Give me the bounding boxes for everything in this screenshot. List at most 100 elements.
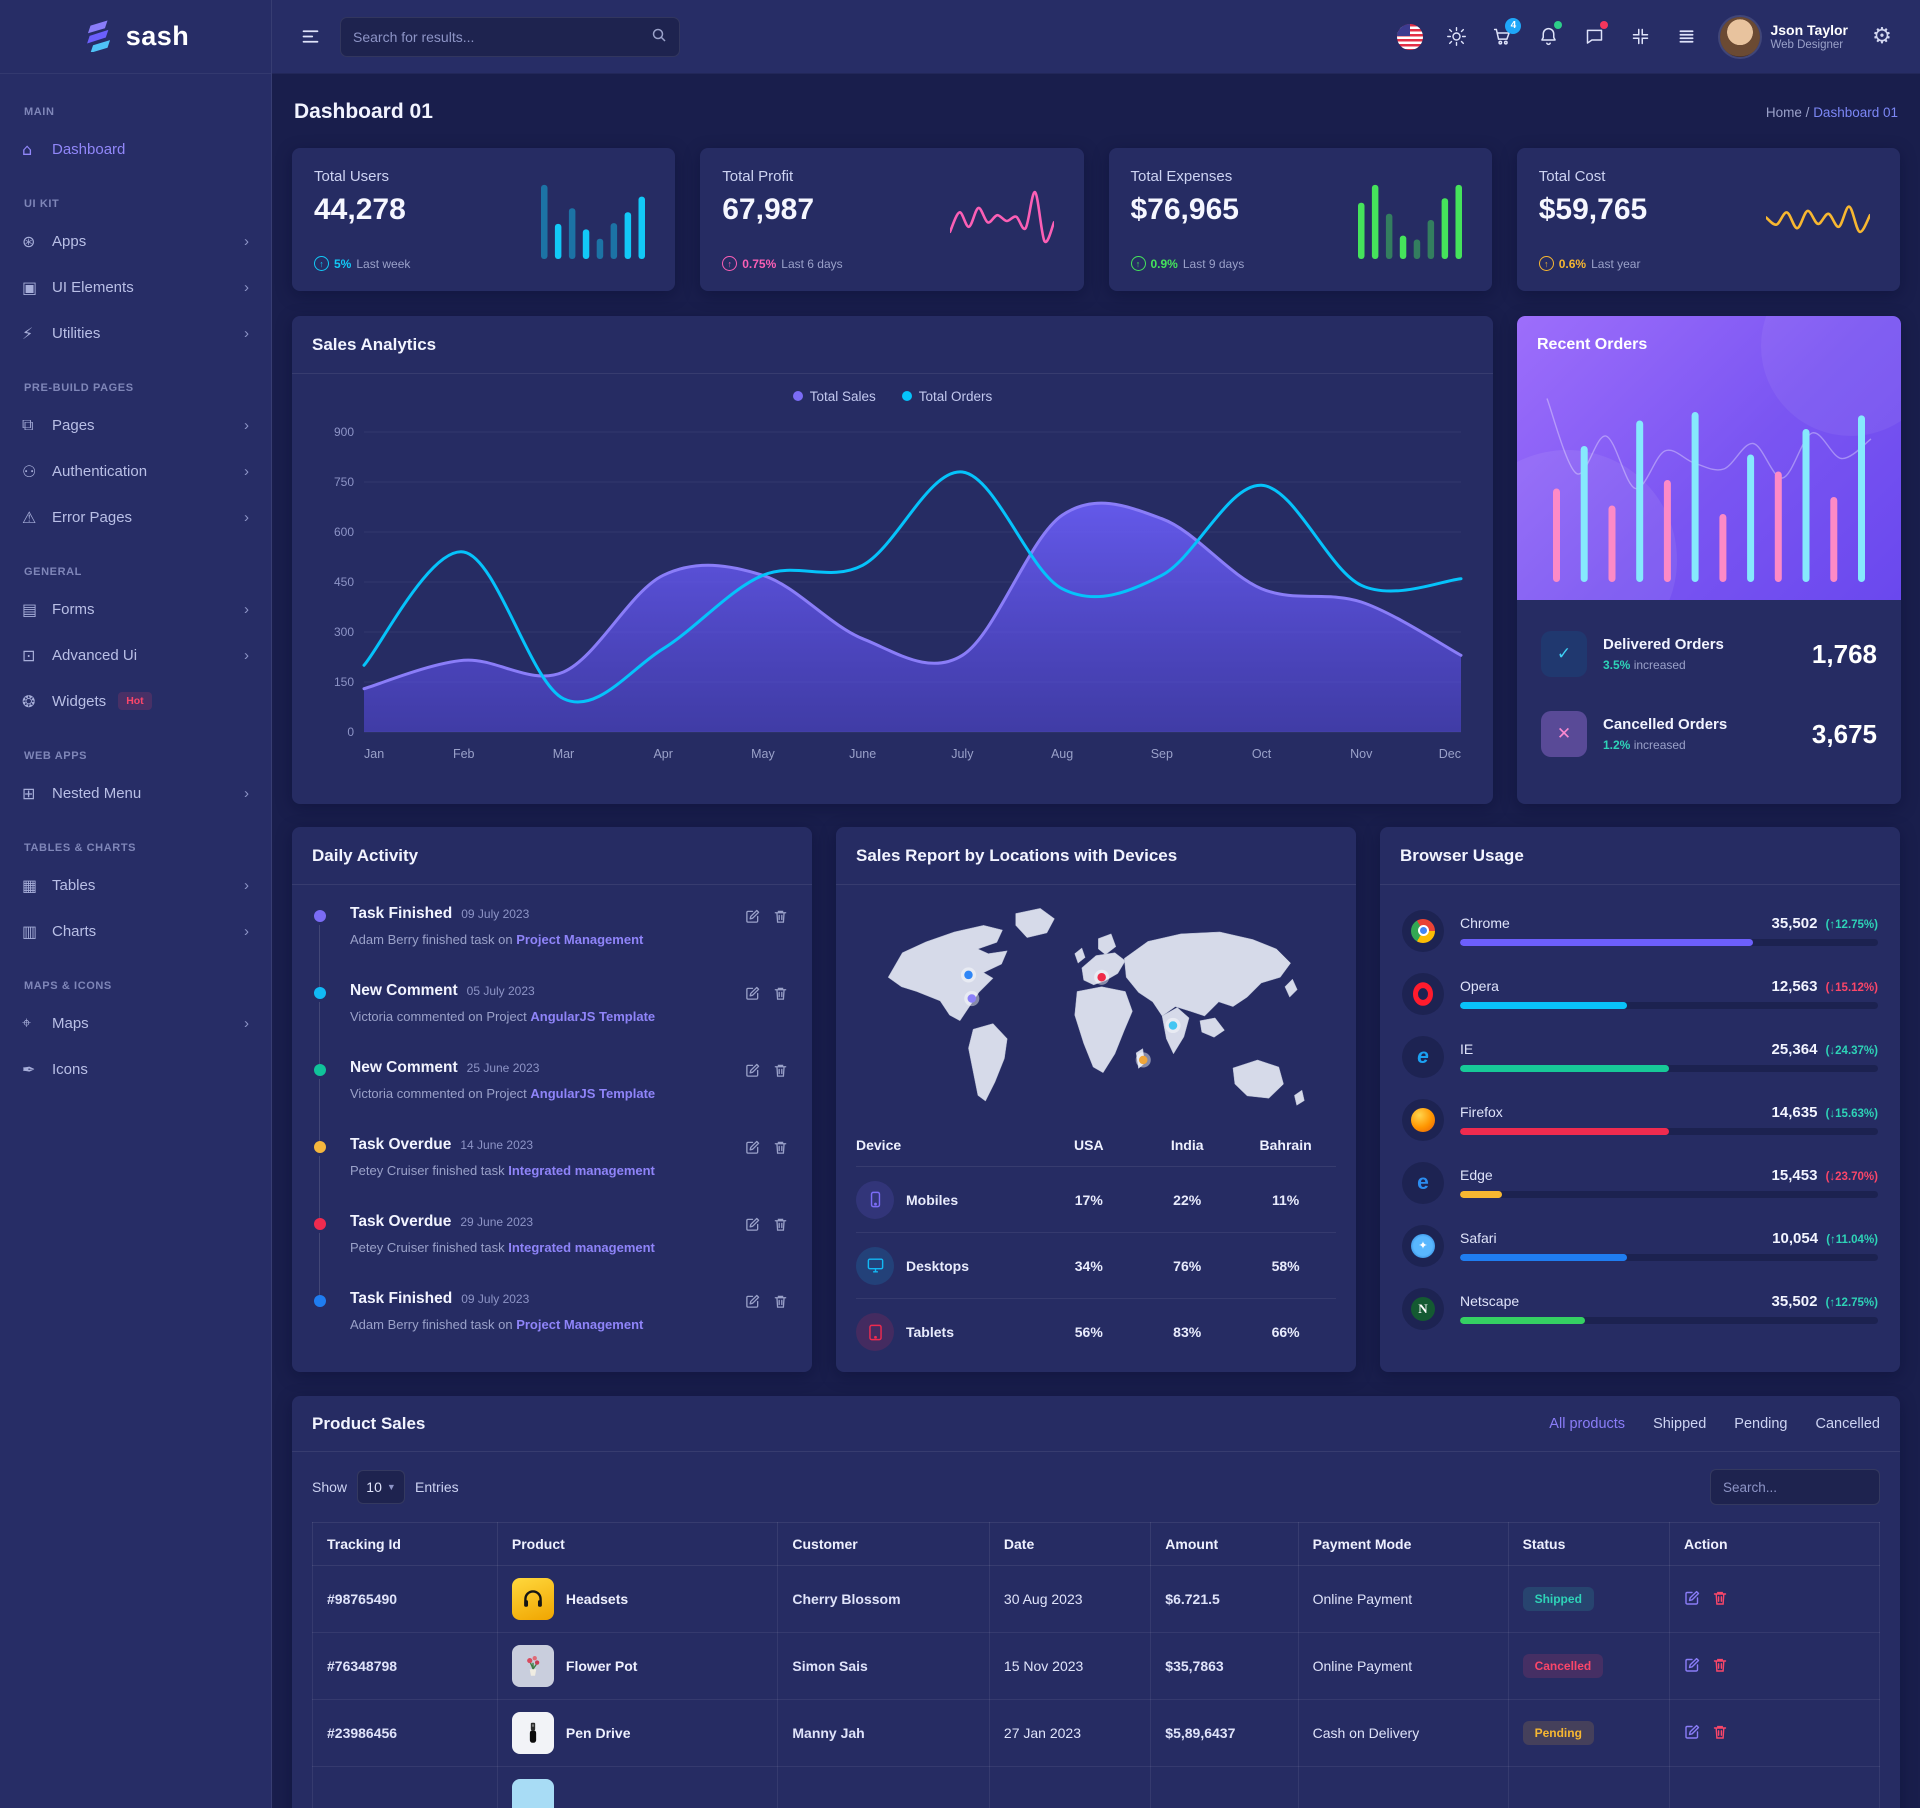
brand[interactable]: sash: [0, 0, 271, 74]
column-header[interactable]: Tracking Id: [313, 1523, 498, 1566]
cell-payment: Cash on Delivery: [1298, 1700, 1508, 1767]
desktop-icon: [856, 1247, 894, 1285]
activity-link[interactable]: AngularJS Template: [530, 1009, 655, 1024]
column-header[interactable]: Product: [497, 1523, 777, 1566]
tab-shipped[interactable]: Shipped: [1653, 1416, 1706, 1432]
app-root: sash MAIN ⌂ Dashboard UI KIT ⊛ Apps › ▣ …: [0, 0, 1920, 1808]
browser-progress: [1460, 1317, 1878, 1324]
cart-button[interactable]: 4: [1482, 17, 1522, 57]
sidebar-toggle-button[interactable]: [290, 17, 330, 57]
topbar: 4 Json Tay: [272, 0, 1920, 74]
sidebar-item-pages[interactable]: ⧉ Pages ›: [0, 402, 271, 448]
search-input[interactable]: [353, 29, 651, 45]
sidebar-item-dashboard[interactable]: ⌂ Dashboard: [0, 126, 271, 172]
sidebar-item-charts[interactable]: ▥ Charts ›: [0, 908, 271, 954]
activity-link[interactable]: Project Management: [516, 1317, 643, 1332]
column-header[interactable]: Customer: [778, 1523, 990, 1566]
recent-orders-title: Recent Orders: [1537, 336, 1647, 354]
sidebar-item-apps[interactable]: ⊛ Apps ›: [0, 218, 271, 264]
activity-link[interactable]: Integrated management: [508, 1240, 655, 1255]
breadcrumb: Home / Dashboard 01: [1766, 105, 1898, 120]
messages-button[interactable]: [1574, 17, 1614, 57]
pin-icon: ⌖: [22, 1013, 52, 1033]
search-icon[interactable]: [651, 27, 667, 46]
cell-tracking-id: #23986456: [313, 1700, 498, 1767]
sidebar-item-ui-elements[interactable]: ▣ UI Elements ›: [0, 264, 271, 310]
browser-progress: [1460, 1002, 1878, 1009]
theme-toggle-button[interactable]: [1436, 17, 1476, 57]
cell-amount: [1151, 1767, 1298, 1808]
wheel-icon: ❂: [22, 692, 52, 711]
language-flag-button[interactable]: [1390, 17, 1430, 57]
cell-date: 27 Jan 2023: [989, 1700, 1150, 1767]
sidebar-item-forms[interactable]: ▤ Forms ›: [0, 586, 271, 632]
edit-icon[interactable]: [1684, 1657, 1700, 1676]
legend-item[interactable]: Total Orders: [902, 389, 993, 404]
us-flag-icon: [1397, 24, 1423, 50]
svg-text:Jan: Jan: [364, 747, 384, 761]
trash-icon[interactable]: [772, 909, 788, 925]
trash-icon[interactable]: [772, 1063, 788, 1079]
activity-dot: [314, 910, 326, 922]
trash-icon[interactable]: [772, 986, 788, 1002]
apps-icon: ⊛: [22, 232, 52, 251]
bell-icon: [1538, 26, 1559, 47]
edit-icon[interactable]: [744, 1063, 760, 1079]
edge-icon: e: [1402, 1162, 1444, 1204]
user-menu[interactable]: Json Taylor Web Designer: [1712, 17, 1856, 57]
column-header[interactable]: Payment Mode: [1298, 1523, 1508, 1566]
cart-badge: 4: [1505, 18, 1521, 34]
edit-icon[interactable]: [744, 1217, 760, 1233]
entries-select[interactable]: 10▼: [357, 1470, 405, 1504]
column-header[interactable]: Status: [1508, 1523, 1669, 1566]
sidebar-item-error-pages[interactable]: ⚠ Error Pages ›: [0, 494, 271, 540]
edit-icon[interactable]: [1684, 1724, 1700, 1743]
tab-cancelled[interactable]: Cancelled: [1816, 1416, 1881, 1432]
breadcrumb-current[interactable]: Dashboard 01: [1813, 105, 1898, 120]
edit-icon[interactable]: [744, 986, 760, 1002]
column-header[interactable]: Amount: [1151, 1523, 1298, 1566]
settings-button[interactable]: ⚙: [1862, 17, 1902, 57]
legend-item[interactable]: Total Sales: [793, 389, 876, 404]
sidebar-item-nested-menu[interactable]: ⊞ Nested Menu ›: [0, 770, 271, 816]
edit-icon[interactable]: [744, 1140, 760, 1156]
tab-all-products[interactable]: All products: [1549, 1416, 1625, 1432]
trash-icon[interactable]: [772, 1217, 788, 1233]
sidebar-item-advanced-ui[interactable]: ⊡ Advanced Ui ›: [0, 632, 271, 678]
sidebar-item-icons[interactable]: ✒ Icons: [0, 1046, 271, 1092]
recent-orders-row: ✕ Cancelled Orders 1.2% increased 3,675: [1541, 694, 1877, 774]
mobile-icon: [856, 1181, 894, 1219]
stat-card-0: Total Users 44,278 ↑ 5%Last week: [292, 148, 675, 291]
table-search-input[interactable]: [1710, 1469, 1880, 1505]
sidebar-item-authentication[interactable]: ⚇ Authentication ›: [0, 448, 271, 494]
sidebar-item-tables[interactable]: ▦ Tables ›: [0, 862, 271, 908]
table-row: #98765490 Headsets Cherry Blossom 30 Aug…: [313, 1566, 1880, 1633]
browser-progress: [1460, 1191, 1878, 1198]
fullscreen-button[interactable]: [1620, 17, 1660, 57]
edit-icon[interactable]: [1684, 1590, 1700, 1609]
cell-status: [1508, 1767, 1669, 1808]
cell-date: 15 Nov 2023: [989, 1633, 1150, 1700]
tab-pending[interactable]: Pending: [1734, 1416, 1787, 1432]
trash-icon[interactable]: [1712, 1590, 1728, 1609]
activity-link[interactable]: AngularJS Template: [530, 1086, 655, 1101]
edit-icon[interactable]: [744, 909, 760, 925]
trash-icon[interactable]: [1712, 1724, 1728, 1743]
stat-delta: ↑ 0.9%Last 9 days: [1131, 256, 1358, 271]
notifications-button[interactable]: [1528, 17, 1568, 57]
sidebar-item-widgets[interactable]: ❂ Widgets Hot: [0, 678, 271, 724]
activity-link[interactable]: Integrated management: [508, 1163, 655, 1178]
chat-icon: [1584, 26, 1605, 47]
trash-icon[interactable]: [1712, 1657, 1728, 1676]
menu-list-button[interactable]: [1666, 17, 1706, 57]
trash-icon[interactable]: [772, 1294, 788, 1310]
breadcrumb-home[interactable]: Home: [1766, 105, 1802, 120]
sidebar-item-maps[interactable]: ⌖ Maps ›: [0, 1000, 271, 1046]
stat-delta: ↑ 5%Last week: [314, 256, 541, 271]
column-header[interactable]: Action: [1669, 1523, 1879, 1566]
column-header[interactable]: Date: [989, 1523, 1150, 1566]
activity-link[interactable]: Project Management: [516, 932, 643, 947]
edit-icon[interactable]: [744, 1294, 760, 1310]
sidebar-item-utilities[interactable]: ⚡ Utilities ›: [0, 310, 271, 356]
trash-icon[interactable]: [772, 1140, 788, 1156]
